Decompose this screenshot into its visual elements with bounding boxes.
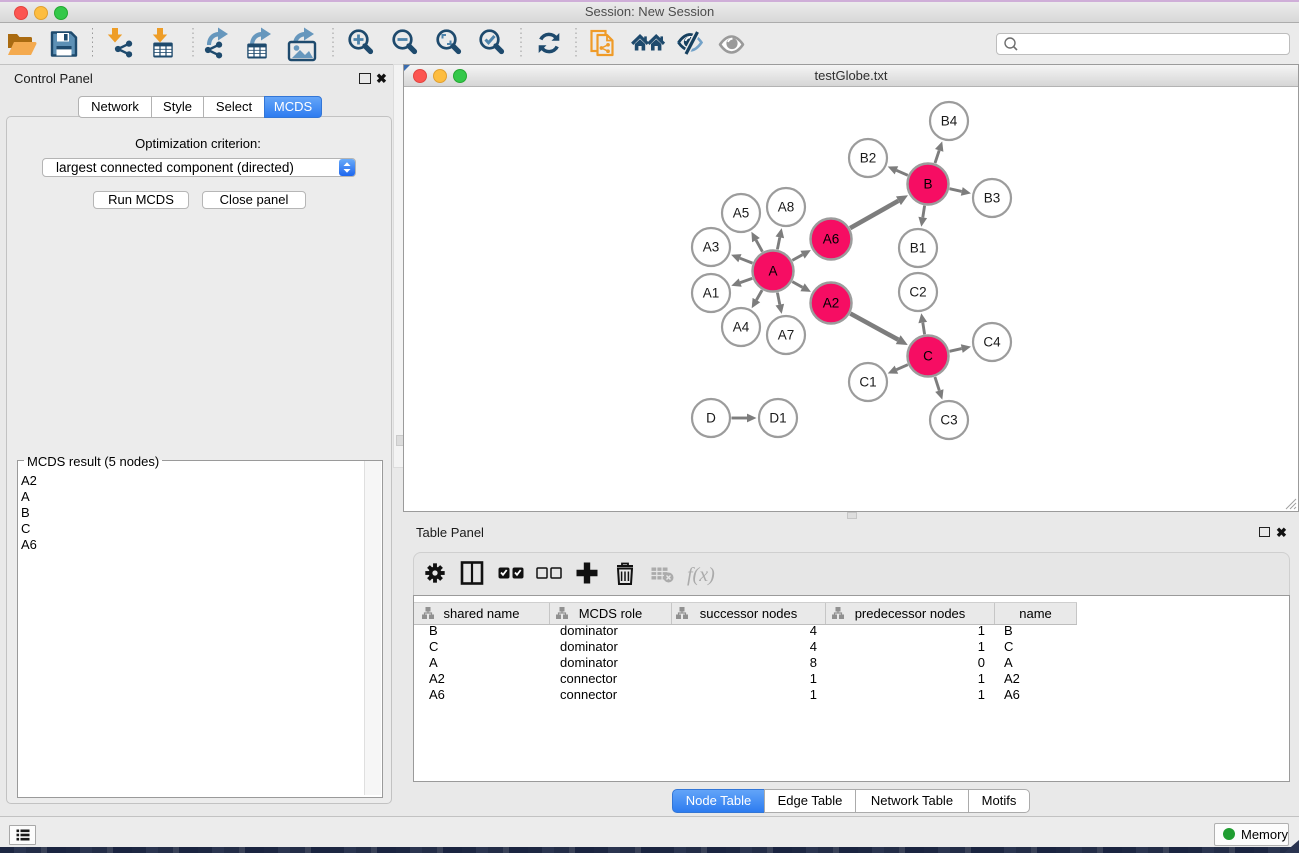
svg-text:C1: C1 [859,375,876,390]
svg-text:C2: C2 [909,285,926,300]
svg-text:B: B [923,177,932,192]
svg-text:A8: A8 [778,200,795,215]
svg-text:B4: B4 [941,114,958,129]
svg-text:B2: B2 [860,151,877,166]
svg-text:A7: A7 [778,328,795,343]
svg-text:C3: C3 [940,413,957,428]
svg-text:A1: A1 [703,286,720,301]
svg-text:C: C [923,349,933,364]
svg-text:A: A [768,264,777,279]
svg-text:f(x): f(x) [687,564,715,586]
svg-text:A2: A2 [823,296,840,311]
svg-text:D1: D1 [769,411,786,426]
svg-text:A6: A6 [823,232,840,247]
svg-text:A3: A3 [703,240,720,255]
svg-text:B1: B1 [910,241,927,256]
svg-text:A5: A5 [733,206,750,221]
svg-text:C4: C4 [983,335,1001,350]
svg-text:B3: B3 [984,191,1001,206]
svg-text:A4: A4 [733,320,750,335]
svg-text:D: D [706,411,716,426]
